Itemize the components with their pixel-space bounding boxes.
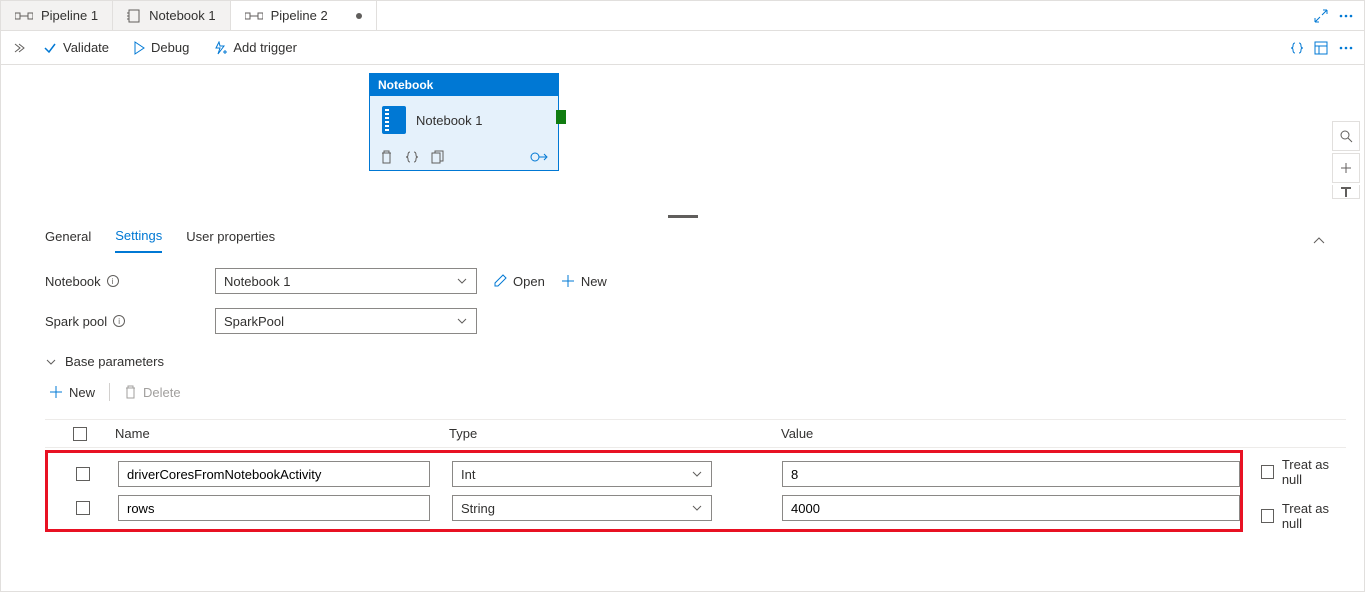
tab-settings[interactable]: Settings: [115, 228, 162, 253]
chevron-down-icon: [691, 470, 703, 478]
play-icon: [133, 41, 145, 55]
param-value-input[interactable]: [782, 495, 1240, 521]
treat-as-null-label: Treat as null: [1282, 501, 1346, 531]
param-name-input[interactable]: [118, 461, 430, 487]
braces-icon[interactable]: [1290, 41, 1304, 55]
editor-tabs: Pipeline 1 Notebook 1 Pipeline 2: [1, 1, 1364, 31]
tab-pipeline-1[interactable]: Pipeline 1: [1, 1, 113, 30]
param-name-input[interactable]: [118, 495, 430, 521]
notebook-label: Notebook: [45, 274, 101, 289]
tab-label: Pipeline 2: [271, 8, 328, 23]
notebook-icon: [382, 106, 406, 134]
plus-icon: [49, 385, 63, 399]
base-parameters-label: Base parameters: [65, 354, 164, 369]
more-icon[interactable]: [1338, 9, 1354, 23]
edit-icon: [493, 274, 507, 288]
braces-icon[interactable]: [405, 150, 419, 164]
success-output-handle[interactable]: [556, 110, 566, 124]
param-type-select[interactable]: Int: [452, 461, 712, 487]
debug-label: Debug: [151, 40, 189, 55]
add-trigger-label: Add trigger: [233, 40, 297, 55]
tab-user-properties[interactable]: User properties: [186, 229, 275, 252]
base-parameters-toggle[interactable]: Base parameters: [45, 354, 1346, 369]
column-value: Value: [781, 426, 1346, 441]
expand-sidebar-button[interactable]: [7, 42, 31, 54]
activity-header: Notebook: [370, 74, 558, 96]
collapse-panel-button[interactable]: [1312, 236, 1326, 246]
trigger-icon: [213, 41, 227, 55]
chevron-down-icon: [456, 277, 468, 285]
settings-tabs: General Settings User properties: [1, 218, 1364, 254]
notebook-icon: [127, 9, 141, 23]
zoom-slider-handle[interactable]: [1332, 185, 1360, 199]
delete-icon[interactable]: [380, 150, 393, 164]
new-parameter-button[interactable]: New: [49, 385, 95, 400]
validate-label: Validate: [63, 40, 109, 55]
spark-pool-select-value: SparkPool: [224, 314, 284, 329]
check-icon: [43, 41, 57, 55]
unsaved-indicator-icon: [356, 13, 362, 19]
select-all-checkbox[interactable]: [73, 427, 87, 441]
info-icon[interactable]: i: [113, 315, 125, 327]
spark-pool-select[interactable]: SparkPool: [215, 308, 477, 334]
add-trigger-button[interactable]: Add trigger: [201, 40, 309, 55]
chevron-down-icon: [456, 317, 468, 325]
zoom-in-button[interactable]: [1332, 153, 1360, 183]
pipeline-icon: [15, 9, 33, 23]
row-checkbox[interactable]: [76, 501, 90, 515]
action-toolbar: Validate Debug Add trigger: [1, 31, 1364, 65]
plus-icon: [1339, 161, 1353, 175]
parameter-row: Int: [48, 457, 1240, 491]
tab-general[interactable]: General: [45, 229, 91, 252]
plus-icon: [561, 274, 575, 288]
delete-parameter-button: Delete: [124, 385, 181, 400]
notebook-select-value: Notebook 1: [224, 274, 291, 289]
chevron-down-icon: [45, 358, 57, 366]
run-arrow-icon[interactable]: [530, 151, 548, 163]
notebook-select[interactable]: Notebook 1: [215, 268, 477, 294]
activity-title: Notebook 1: [416, 113, 483, 128]
validate-button[interactable]: Validate: [31, 40, 121, 55]
row-checkbox[interactable]: [76, 467, 90, 481]
new-notebook-button[interactable]: New: [561, 274, 607, 289]
search-icon: [1339, 129, 1353, 143]
delete-icon: [124, 385, 137, 399]
pipeline-canvas[interactable]: Notebook Notebook 1: [1, 65, 1364, 215]
chevron-down-icon: [691, 504, 703, 512]
debug-button[interactable]: Debug: [121, 40, 201, 55]
param-type-select[interactable]: String: [452, 495, 712, 521]
tab-label: Pipeline 1: [41, 8, 98, 23]
tab-label: Notebook 1: [149, 8, 216, 23]
treat-as-null-checkbox[interactable]: [1261, 465, 1274, 479]
treat-as-null-checkbox[interactable]: [1261, 509, 1274, 523]
column-type: Type: [449, 426, 781, 441]
open-notebook-button[interactable]: Open: [493, 274, 545, 289]
param-value-input[interactable]: [782, 461, 1240, 487]
more-icon[interactable]: [1338, 41, 1354, 55]
column-name: Name: [115, 426, 449, 441]
search-canvas-button[interactable]: [1332, 121, 1360, 151]
tab-pipeline-2[interactable]: Pipeline 2: [231, 1, 377, 30]
expand-icon[interactable]: [1314, 9, 1328, 23]
copy-icon[interactable]: [431, 150, 444, 164]
spark-pool-label: Spark pool: [45, 314, 107, 329]
treat-as-null-label: Treat as null: [1282, 457, 1346, 487]
parameter-row: String: [48, 491, 1240, 525]
pipeline-icon: [245, 9, 263, 23]
notebook-activity[interactable]: Notebook Notebook 1: [369, 73, 559, 171]
template-icon[interactable]: [1314, 41, 1328, 55]
parameters-highlight: Int String: [45, 450, 1243, 532]
tab-notebook-1[interactable]: Notebook 1: [113, 1, 231, 30]
info-icon[interactable]: i: [107, 275, 119, 287]
